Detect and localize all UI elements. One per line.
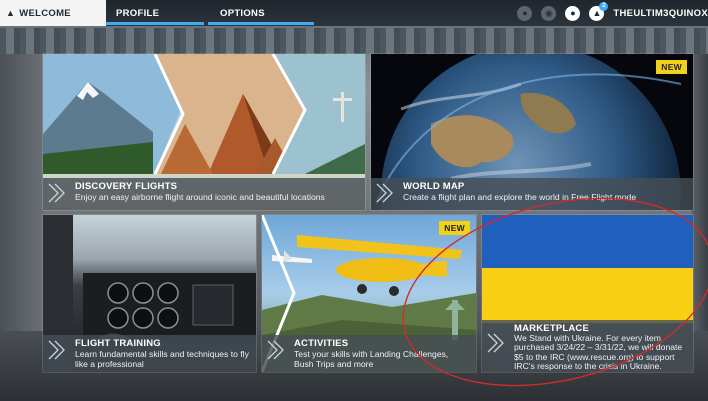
world-description: Create a flight plan and explore the wor… [403, 192, 637, 202]
flag-yellow-stripe [482, 268, 693, 323]
chevron-right-icon [376, 183, 393, 203]
chevron-right-icon [267, 340, 284, 360]
training-title: FLIGHT TRAINING [75, 338, 161, 349]
training-caption: FLIGHT TRAINING Learn fundamental skills… [43, 335, 256, 372]
tab-welcome-label: WELCOME [19, 7, 71, 19]
discovery-caption: DISCOVERY FLIGHTS Enjoy an easy airborne… [43, 178, 365, 210]
tile-activities[interactable]: NEW ACTIVITIES Test your skills with Lan… [262, 215, 476, 372]
tile-discovery-flights[interactable]: DISCOVERY FLIGHTS Enjoy an easy airborne… [43, 54, 365, 210]
activities-caption: ACTIVITIES Test your skills with Landing… [262, 335, 476, 372]
notification-badge: 2 [599, 1, 609, 11]
tile-world-map[interactable]: NEW WORLD MAP Create a flight plan and e… [371, 54, 693, 210]
username[interactable]: THEULTIM3QUINOX [613, 8, 708, 19]
globe-icon[interactable]: ● [517, 5, 533, 21]
tab-profile-label: PROFILE [116, 7, 160, 19]
hangar-roof [0, 28, 708, 54]
activities-description: Test your skills with Landing Challenges… [294, 349, 449, 369]
marketplace-description: We Stand with Ukraine. For every item pu… [514, 333, 683, 372]
home-icon: ▲ [6, 8, 16, 18]
world-new-badge: NEW [656, 60, 687, 74]
flag-blue-stripe [482, 215, 693, 268]
world-caption: WORLD MAP Create a flight plan and explo… [371, 178, 693, 210]
training-description: Learn fundamental skills and techniques … [75, 349, 249, 369]
tile-flight-training[interactable]: FLIGHT TRAINING Learn fundamental skills… [43, 215, 256, 372]
tile-marketplace[interactable]: MARKETPLACE We Stand with Ukraine. For e… [482, 215, 693, 372]
top-nav-bar: ▲ WELCOME PROFILE OPTIONS ● ◉ ● ▲ 2 THEU… [0, 0, 708, 26]
activities-title: ACTIVITIES [294, 338, 349, 349]
chevron-right-icon [48, 340, 65, 360]
tab-welcome[interactable]: ▲ WELCOME [0, 0, 106, 26]
tab-options-label: OPTIONS [220, 7, 265, 19]
activities-new-badge: NEW [439, 221, 470, 235]
world-title: WORLD MAP [403, 181, 465, 192]
chevron-right-icon [48, 183, 65, 203]
tab-profile-underline [106, 22, 204, 25]
chevron-right-icon [487, 333, 504, 353]
top-right-controls: ● ◉ ● ▲ 2 THEULTIM3QUINOX [517, 0, 708, 26]
notifications-icon[interactable]: ▲ 2 [589, 1, 609, 21]
user-icon[interactable]: ● [565, 5, 581, 21]
discovery-description: Enjoy an easy airborne flight around ico… [75, 192, 325, 202]
tab-options-underline [208, 22, 314, 25]
discovery-title: DISCOVERY FLIGHTS [75, 181, 178, 192]
marketplace-caption: MARKETPLACE We Stand with Ukraine. For e… [482, 320, 693, 372]
friends-icon[interactable]: ◉ [541, 5, 557, 21]
